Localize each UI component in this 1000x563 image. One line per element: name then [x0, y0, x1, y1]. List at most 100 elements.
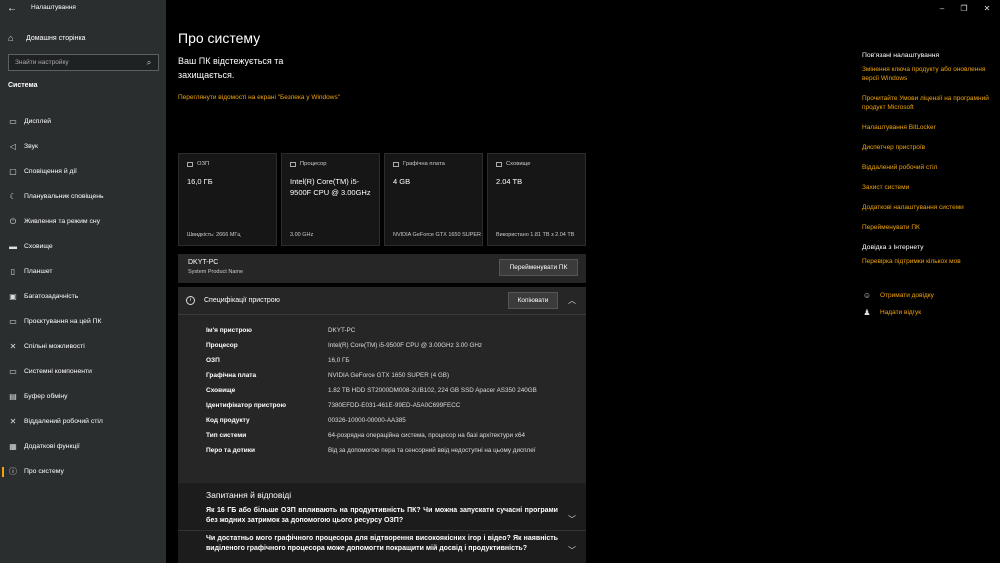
- sidebar-item-storage[interactable]: ▬ Сховище: [0, 234, 166, 259]
- spec-row: Ім'я пристрою DKYT-PC: [206, 326, 576, 341]
- help-chat-icon: ☺: [862, 291, 872, 300]
- spec-row: Графічна плата NVIDIA GeForce GTX 1650 SU…: [206, 371, 576, 386]
- card-value: 2.04 TB: [496, 177, 523, 186]
- sidebar-item-label: Додаткові функції: [24, 443, 80, 450]
- card-value: Intel(R) Core(TM) i5-9500F CPU @ 3.00GHz: [290, 177, 371, 197]
- related-link[interactable]: Перейменувати ПК: [862, 223, 992, 232]
- faq-question[interactable]: Чи достатньо мого графічного процесора д…: [206, 534, 558, 554]
- spec-key: ОЗП: [206, 357, 220, 364]
- card-footer: Використано 1.81 TB з 2.04 TB: [496, 232, 575, 238]
- device-specs-panel: i Специфікації пристрою Копіювати ︿ Ім'я…: [178, 287, 586, 483]
- cpu-card: Процесор Intel(R) Core(TM) i5-9500F CPU …: [281, 153, 380, 246]
- sidebar-item-about[interactable]: ⓘ Про систему: [0, 459, 166, 484]
- home-icon: ⌂: [8, 33, 14, 43]
- sidebar-item-label: Спільні можливості: [24, 343, 85, 350]
- chevron-down-icon[interactable]: ﹀: [568, 514, 576, 525]
- sidebar-item-label: Віддалений робочий стіл: [24, 418, 103, 425]
- projecting-icon: ▭: [9, 317, 17, 326]
- spec-key: Перо та дотики: [206, 447, 256, 454]
- spec-value: Intel(R) Core(TM) i5-9500F CPU @ 3.00GHz…: [328, 342, 483, 349]
- faq-question[interactable]: Як 16 ГБ або більше ОЗП впливають на про…: [206, 506, 558, 526]
- app-title: Налаштування: [31, 4, 76, 11]
- sidebar-nav: ▭ Дисплей ◁ Звук ▢ Сповіщення й дії ☾ Плануваль…: [0, 109, 166, 484]
- about-icon: ⓘ: [9, 467, 17, 476]
- sidebar-item-multitasking[interactable]: ▣ Багатозадачність: [0, 284, 166, 309]
- spec-key: Тип системи: [206, 432, 247, 439]
- sidebar-item-label: Звук: [24, 143, 38, 150]
- related-link[interactable]: Налаштування BitLocker: [862, 123, 992, 132]
- home-label: Домашня сторінка: [26, 34, 86, 42]
- info-icon: i: [186, 296, 195, 305]
- spec-key: Сховище: [206, 387, 236, 394]
- multitasking-icon: ▣: [9, 292, 17, 301]
- spec-key: Ідентифікатор пристрою: [206, 402, 287, 409]
- sidebar-item-power[interactable]: ⏻ Живлення та режим сну: [0, 209, 166, 234]
- help-link[interactable]: Перевірка підтримки кількох мов: [862, 257, 992, 266]
- sidebar-item-display[interactable]: ▭ Дисплей: [0, 109, 166, 134]
- maximize-icon[interactable]: ❐: [956, 3, 972, 15]
- specs-header[interactable]: i Специфікації пристрою Копіювати ︿: [178, 287, 586, 315]
- sidebar-item-shared-experiences[interactable]: ✕ Спільні можливості: [0, 334, 166, 359]
- copy-button[interactable]: Копіювати: [508, 292, 558, 309]
- sidebar-item-tablet[interactable]: ▯ Планшет: [0, 259, 166, 284]
- faq-section: Запитання й відповіді Як 16 ГБ або більш…: [178, 483, 586, 563]
- power-icon: ⏻: [9, 216, 17, 226]
- sidebar-item-label: Планшет: [24, 268, 53, 275]
- card-footer: 3.00 GHz: [290, 232, 314, 238]
- shared-experiences-icon: ✕: [9, 342, 17, 351]
- spec-key: Код продукту: [206, 417, 250, 424]
- related-link[interactable]: Захист системи: [862, 183, 992, 192]
- related-link[interactable]: Прочитайте Умови ліцензії на програмний …: [862, 94, 992, 112]
- minimize-icon[interactable]: –: [934, 3, 950, 15]
- sidebar-item-notifications[interactable]: ▢ Сповіщення й дії: [0, 159, 166, 184]
- security-link[interactable]: Переглянути відомості на екрані "Безпека…: [178, 93, 348, 102]
- search-input[interactable]: Знайти настройку: [15, 59, 143, 66]
- get-help-link[interactable]: ☺ Отримати довідку: [862, 291, 992, 300]
- sidebar-item-sound[interactable]: ◁ Звук: [0, 134, 166, 159]
- spec-value: 16,0 ГБ: [328, 357, 350, 364]
- sidebar-item-label: Сховище: [24, 243, 53, 250]
- specs-title: Специфікації пристрою: [204, 297, 280, 304]
- card-value: 16,0 ГБ: [187, 177, 213, 186]
- feedback-icon: ♟: [863, 308, 871, 317]
- spec-value: NVIDIA GeForce GTX 1650 SUPER (4 GB): [328, 372, 450, 379]
- sidebar-item-clipboard[interactable]: ▤ Буфер обміну: [0, 384, 166, 409]
- chevron-up-icon[interactable]: ︿: [568, 295, 576, 306]
- sidebar-item-label: Дисплей: [24, 118, 52, 125]
- related-link[interactable]: Диспетчер пристроїв: [862, 143, 992, 152]
- close-icon[interactable]: ✕: [979, 3, 995, 15]
- search-box[interactable]: Знайти настройку ⌕: [8, 54, 159, 71]
- sidebar-item-focus-assist[interactable]: ☾ Планувальник сповіщень: [0, 184, 166, 209]
- card-value: 4 GB: [393, 177, 411, 186]
- sidebar-item-label: Проєктування на цей ПК: [24, 318, 102, 325]
- related-link[interactable]: Змінення ключа продукту або оновлення ве…: [862, 65, 992, 83]
- ram-icon: [187, 161, 193, 167]
- storage-icon: ▬: [9, 242, 17, 251]
- search-icon[interactable]: ⌕: [143, 58, 155, 68]
- faq-title: Запитання й відповіді: [206, 490, 292, 500]
- home-nav-item[interactable]: ⌂ Домашня сторінка: [0, 30, 166, 46]
- main-content: Про систему Ваш ПК відстежується та захи…: [166, 0, 846, 563]
- spec-row: ОЗП 16,0 ГБ: [206, 356, 576, 371]
- chevron-down-icon[interactable]: ﹀: [568, 545, 576, 556]
- related-title: Пов'язані налаштування: [862, 52, 940, 59]
- gpu-icon: [393, 161, 399, 167]
- sidebar-item-optional-features[interactable]: ▦ Додаткові функції: [0, 434, 166, 459]
- spec-value: Від за допомогою пера та сенсорний ввід …: [328, 447, 536, 454]
- sound-icon: ◁: [9, 142, 17, 151]
- sidebar-item-label: Буфер обміну: [24, 393, 68, 400]
- spec-row: Ідентифікатор пристрою 7380EFDD-E031-461E…: [206, 401, 576, 416]
- sidebar-item-projecting[interactable]: ▭ Проєктування на цей ПК: [0, 309, 166, 334]
- related-link[interactable]: Віддалений робочий стіл: [862, 163, 992, 172]
- card-title: Графічна плата: [403, 161, 445, 167]
- sidebar: ⌂ Домашня сторінка Знайти настройку ⌕ Си…: [0, 0, 166, 563]
- feedback-link[interactable]: ♟ Надати відгук: [862, 308, 992, 317]
- sidebar-item-components[interactable]: ▭ Системні компоненти: [0, 359, 166, 384]
- sidebar-item-label: Про систему: [24, 468, 64, 475]
- notifications-icon: ▢: [9, 167, 17, 176]
- sidebar-item-remote-desktop[interactable]: ✕ Віддалений робочий стіл: [0, 409, 166, 434]
- related-link[interactable]: Додаткові налаштування системи: [862, 203, 992, 212]
- protection-status: Ваш ПК відстежується та захищається.: [178, 56, 284, 80]
- back-arrow-icon[interactable]: ←: [4, 2, 20, 16]
- rename-pc-button[interactable]: Перейменувати ПК: [499, 259, 578, 276]
